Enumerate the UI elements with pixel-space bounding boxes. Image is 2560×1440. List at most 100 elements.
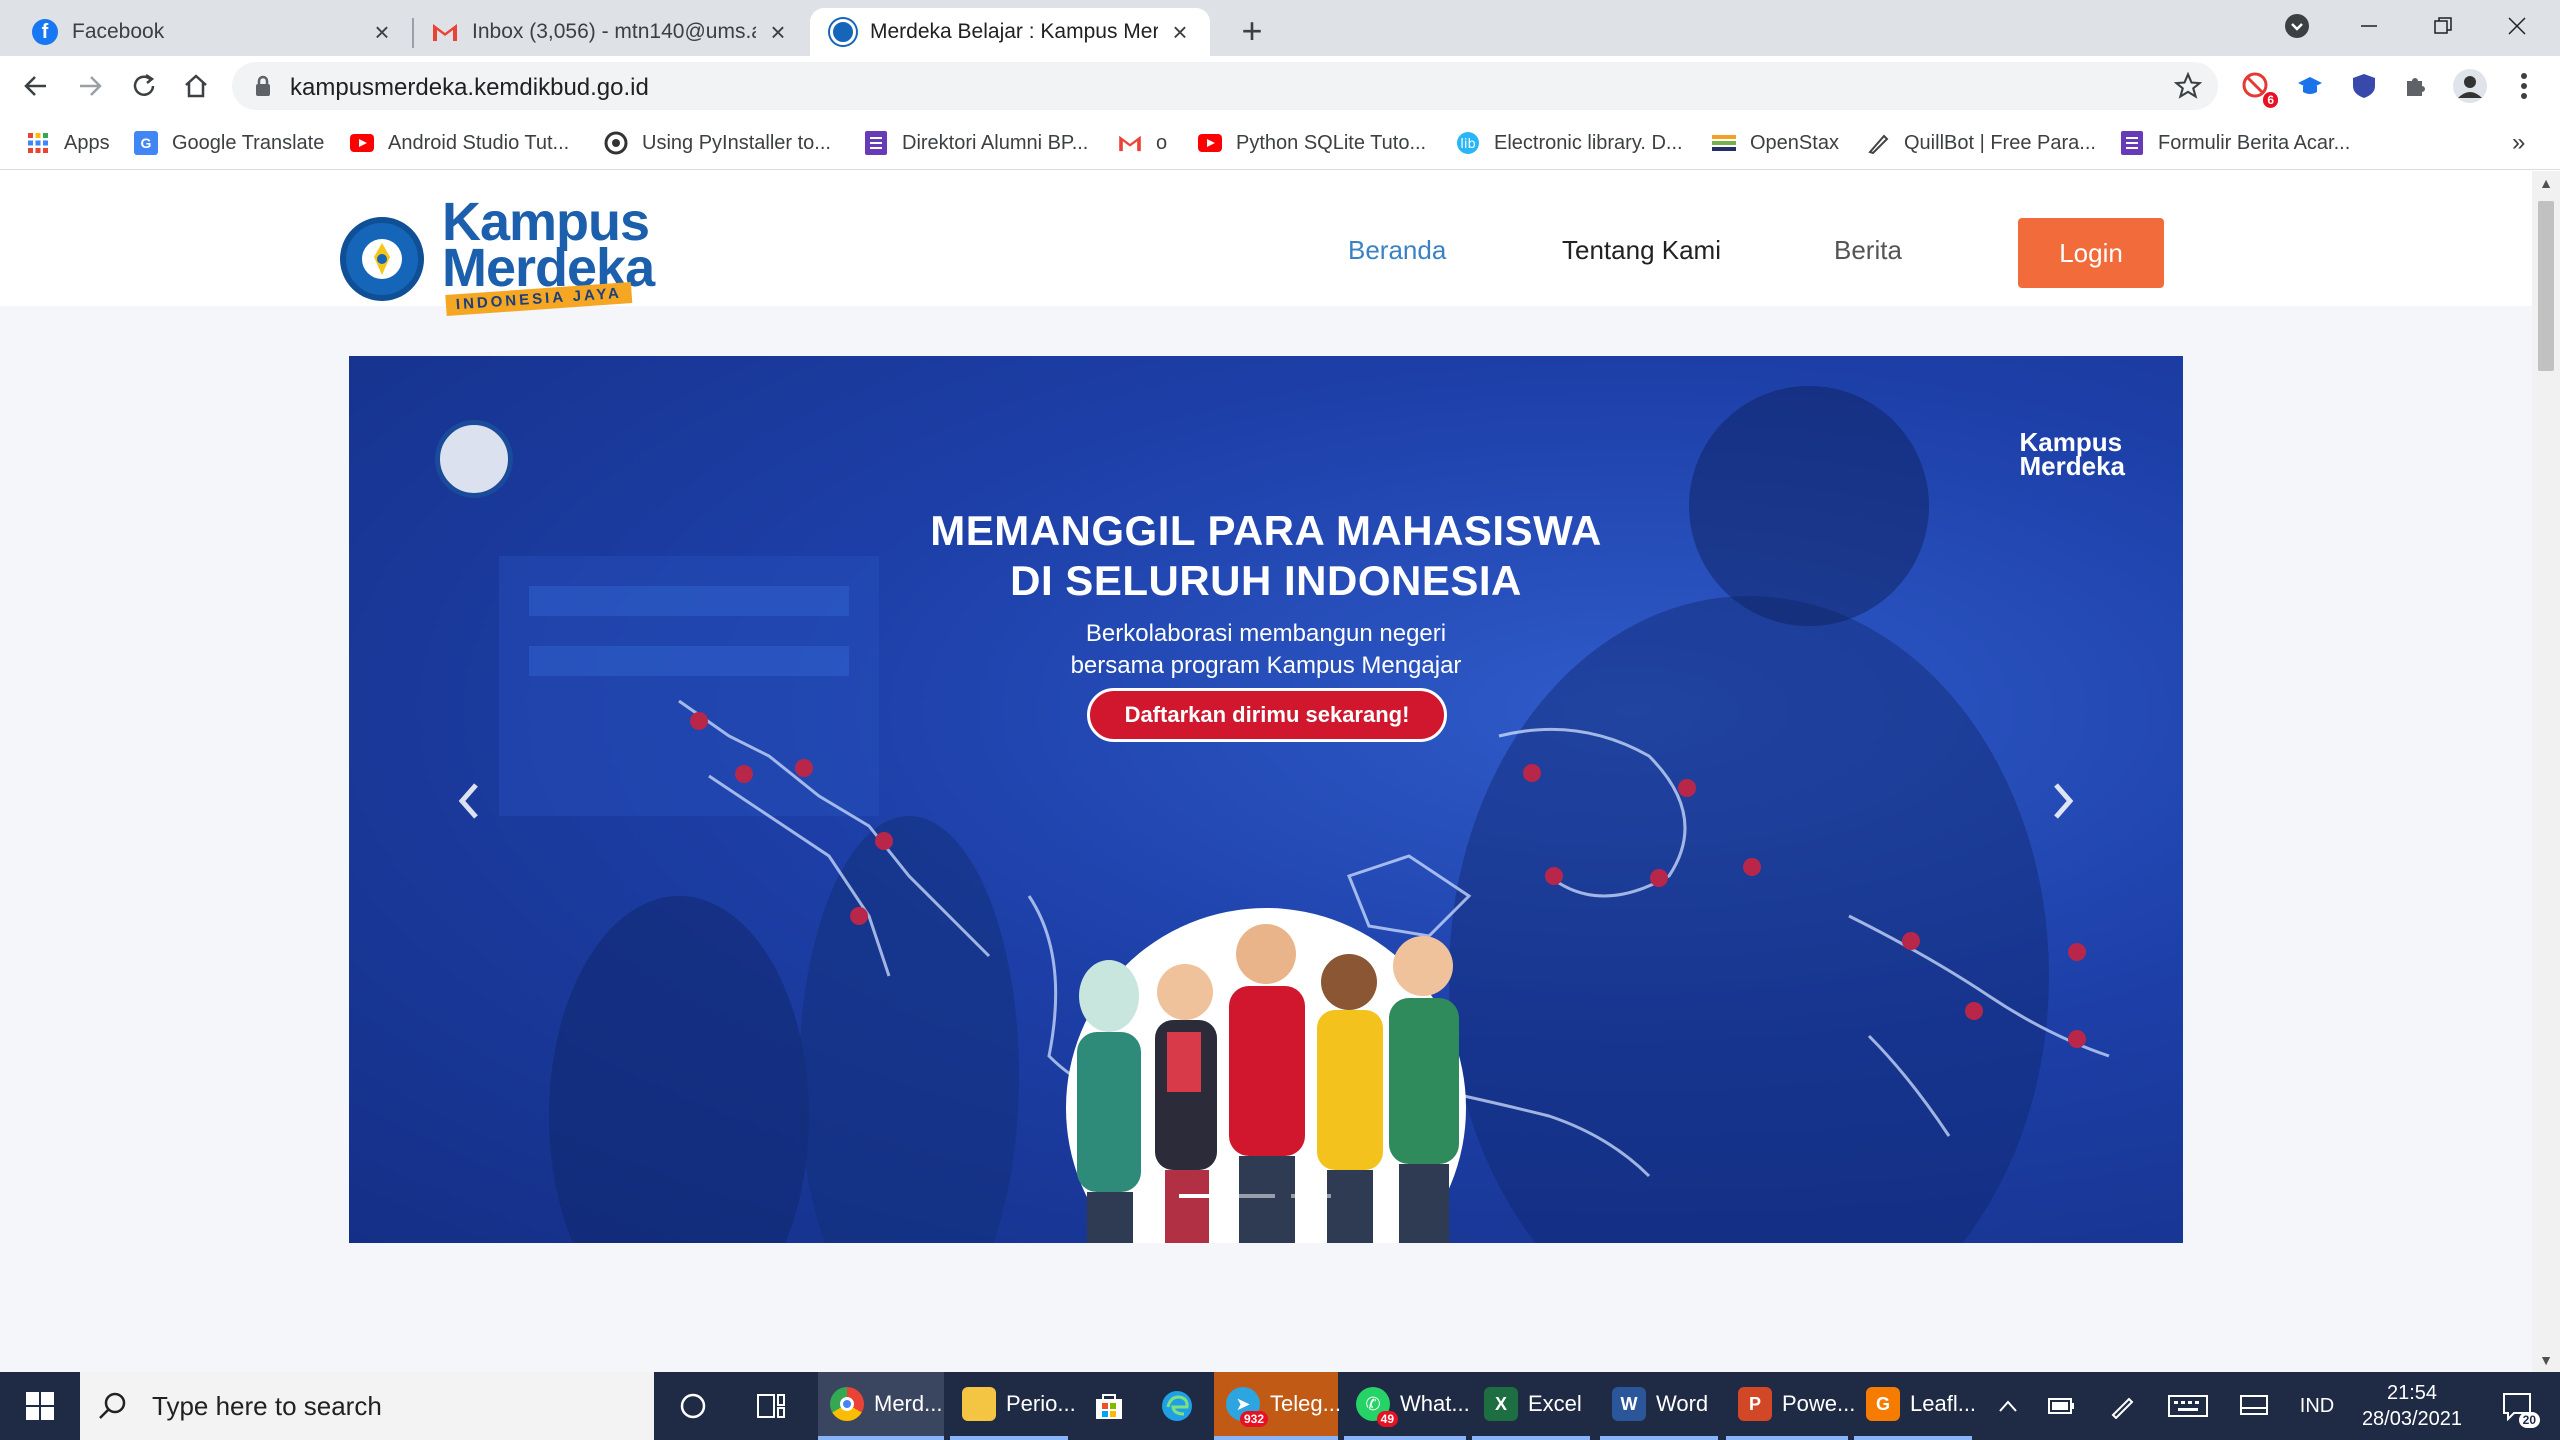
tut-wuri-handayani-emblem[interactable] <box>340 217 424 301</box>
bookmark-google-translate[interactable]: G Google Translate <box>134 128 324 158</box>
hero-subtitle-line-2: bersama program Kampus Mengajar <box>1070 652 1462 679</box>
scroll-up-arrow[interactable]: ▲ <box>2532 171 2560 195</box>
close-icon[interactable]: × <box>766 19 790 45</box>
tab-title: Inbox (3,056) - mtn140@ums.ac.i <box>472 20 756 43</box>
bookmark-label: Python SQLite Tuto... <box>1236 131 1427 154</box>
scroll-down-arrow[interactable]: ▼ <box>2532 1348 2560 1372</box>
graduation-cap-icon <box>2298 77 2322 94</box>
register-now-button[interactable]: Daftarkan dirimu sekarang! <box>1087 688 1447 742</box>
home-icon <box>185 74 207 98</box>
bookmark-pyinstaller[interactable]: Using PyInstaller to... <box>604 128 831 158</box>
new-tab-button[interactable]: + <box>1232 12 1272 52</box>
bookmark-quillbot[interactable]: QuillBot | Free Para... <box>1866 128 2096 158</box>
pen-icon <box>2111 1397 2134 1419</box>
bookmark-android-studio[interactable]: Android Studio Tut... <box>350 128 569 158</box>
taskbar-chrome[interactable]: Merd... <box>818 1372 944 1440</box>
minimize-button[interactable] <box>2332 0 2406 52</box>
more-bookmarks-button[interactable]: » <box>2512 128 2525 158</box>
quillbot-icon <box>1866 131 1890 155</box>
bookmark-star-icon[interactable] <box>2174 72 2202 100</box>
tab-kampus-merdeka[interactable]: Merdeka Belajar : Kampus Merde × <box>810 8 1210 56</box>
carousel-indicator[interactable] <box>1235 1194 1275 1198</box>
bookmark-python-sqlite[interactable]: Python SQLite Tuto... <box>1198 128 1426 158</box>
taskbar-file-explorer[interactable]: Perio... <box>950 1372 1076 1440</box>
search-icon <box>99 1392 126 1419</box>
back-button[interactable] <box>16 66 56 106</box>
clock-time: 21:54 <box>2386 1382 2438 1404</box>
display-button[interactable] <box>2234 1372 2274 1440</box>
display-icon <box>2240 1395 2268 1415</box>
show-hidden-icons-button[interactable] <box>1990 1372 2026 1440</box>
scroll-thumb[interactable] <box>2538 201 2554 371</box>
bookmark-label: Google Translate <box>172 131 325 154</box>
taskbar-store[interactable] <box>1078 1372 1140 1440</box>
close-icon[interactable]: × <box>1168 19 1192 45</box>
extensions-button[interactable] <box>2398 68 2434 104</box>
bookmark-apps[interactable]: Apps <box>26 128 110 158</box>
cortana-button[interactable] <box>662 1372 724 1440</box>
menu-button[interactable] <box>2506 68 2542 104</box>
tab-facebook[interactable]: f Facebook × <box>0 8 412 56</box>
bookmark-direktori-alumni[interactable]: Direktori Alumni BP... <box>864 128 1088 158</box>
nav-beranda[interactable]: Beranda <box>1348 235 1446 266</box>
address-bar[interactable]: kampusmerdeka.kemdikbud.go.id <box>232 62 2218 110</box>
bookmark-formulir-berita[interactable]: Formulir Berita Acar... <box>2120 128 2350 158</box>
taskbar-whatsapp[interactable]: ✆ 49 What... <box>1344 1372 1470 1440</box>
forward-button[interactable] <box>70 66 110 106</box>
reload-icon <box>133 73 155 96</box>
nav-tentang-kami[interactable]: Tentang Kami <box>1562 235 1721 266</box>
hero-title: MEMANGGIL PARA MAHASISWA DI SELURUH INDO… <box>349 506 2183 606</box>
task-view-button[interactable] <box>740 1372 802 1440</box>
bookmark-openstax[interactable]: OpenStax <box>1712 128 1839 158</box>
reload-button[interactable] <box>124 66 164 106</box>
page-scrollbar[interactable]: ▲ ▼ <box>2532 171 2560 1372</box>
forms-icon <box>2120 131 2144 155</box>
taskbar-search-box[interactable]: Type here to search <box>80 1372 654 1440</box>
tab-title: Merdeka Belajar : Kampus Merde <box>870 20 1158 43</box>
taskbar-powerpoint[interactable]: P Powe... <box>1726 1372 1855 1440</box>
taskbar-app-label: Perio... <box>1006 1391 1076 1416</box>
tab-search-button[interactable] <box>2260 0 2334 52</box>
close-icon[interactable]: × <box>370 19 394 45</box>
login-button[interactable]: Login <box>2018 218 2164 288</box>
carousel-indicator[interactable] <box>1291 1194 1331 1198</box>
input-language-button[interactable]: IND <box>2292 1372 2342 1440</box>
clock-date: 28/03/2021 <box>2361 1408 2463 1430</box>
carousel-prev-button[interactable] <box>449 776 489 836</box>
store-icon <box>1096 1394 1122 1419</box>
tab-gmail[interactable]: Inbox (3,056) - mtn140@ums.ac.i × <box>414 8 808 56</box>
taskbar-leaflet[interactable]: G Leafl... <box>1854 1372 1976 1440</box>
carousel-indicator[interactable] <box>1179 1194 1219 1198</box>
restore-button[interactable] <box>2406 0 2480 52</box>
extension-shield[interactable] <box>2346 68 2382 104</box>
close-window-button[interactable] <box>2480 0 2554 52</box>
battery-button[interactable] <box>2042 1372 2082 1440</box>
hero-brand-logo: Kampus Merdeka <box>2020 429 2126 479</box>
leaflet-icon: G <box>1866 1387 1900 1421</box>
home-button[interactable] <box>176 66 216 106</box>
file-explorer-icon <box>962 1387 996 1421</box>
site-logo[interactable]: Kampus Merdeka <box>442 195 655 295</box>
pen-workspace-button[interactable] <box>2102 1372 2142 1440</box>
carousel-next-button[interactable] <box>2043 776 2083 836</box>
system-clock[interactable]: 21:54 28/03/2021 <box>2354 1380 2470 1432</box>
bookmark-label: Apps <box>64 131 110 154</box>
touch-keyboard-button[interactable] <box>2164 1372 2212 1440</box>
bookmark-electronic-library[interactable]: lib Electronic library. D... <box>1456 128 1683 158</box>
taskbar-app-label: Powe... <box>1782 1391 1856 1416</box>
start-button[interactable] <box>0 1372 80 1440</box>
taskbar-word[interactable]: W Word <box>1600 1372 1718 1440</box>
profile-button[interactable] <box>2452 68 2488 104</box>
svg-text:lib: lib <box>1460 137 1475 152</box>
taskbar-telegram[interactable]: ➤ 932 Teleg... <box>1214 1372 1341 1440</box>
nav-berita[interactable]: Berita <box>1834 235 1902 266</box>
avatar <box>2453 69 2487 103</box>
taskbar-excel[interactable]: X Excel <box>1472 1372 1590 1440</box>
bookmark-label: Direktori Alumni BP... <box>902 131 1089 154</box>
tab-strip: f Facebook × Inbox (3,056) - mtn140@ums.… <box>0 0 2560 56</box>
action-center-button[interactable]: 20 <box>2490 1372 2546 1440</box>
extension-graduate[interactable] <box>2292 68 2328 104</box>
extension-adblock[interactable]: 6 <box>2238 68 2278 108</box>
bookmark-gmail[interactable]: o <box>1118 128 1167 158</box>
taskbar-edge[interactable] <box>1146 1372 1208 1440</box>
